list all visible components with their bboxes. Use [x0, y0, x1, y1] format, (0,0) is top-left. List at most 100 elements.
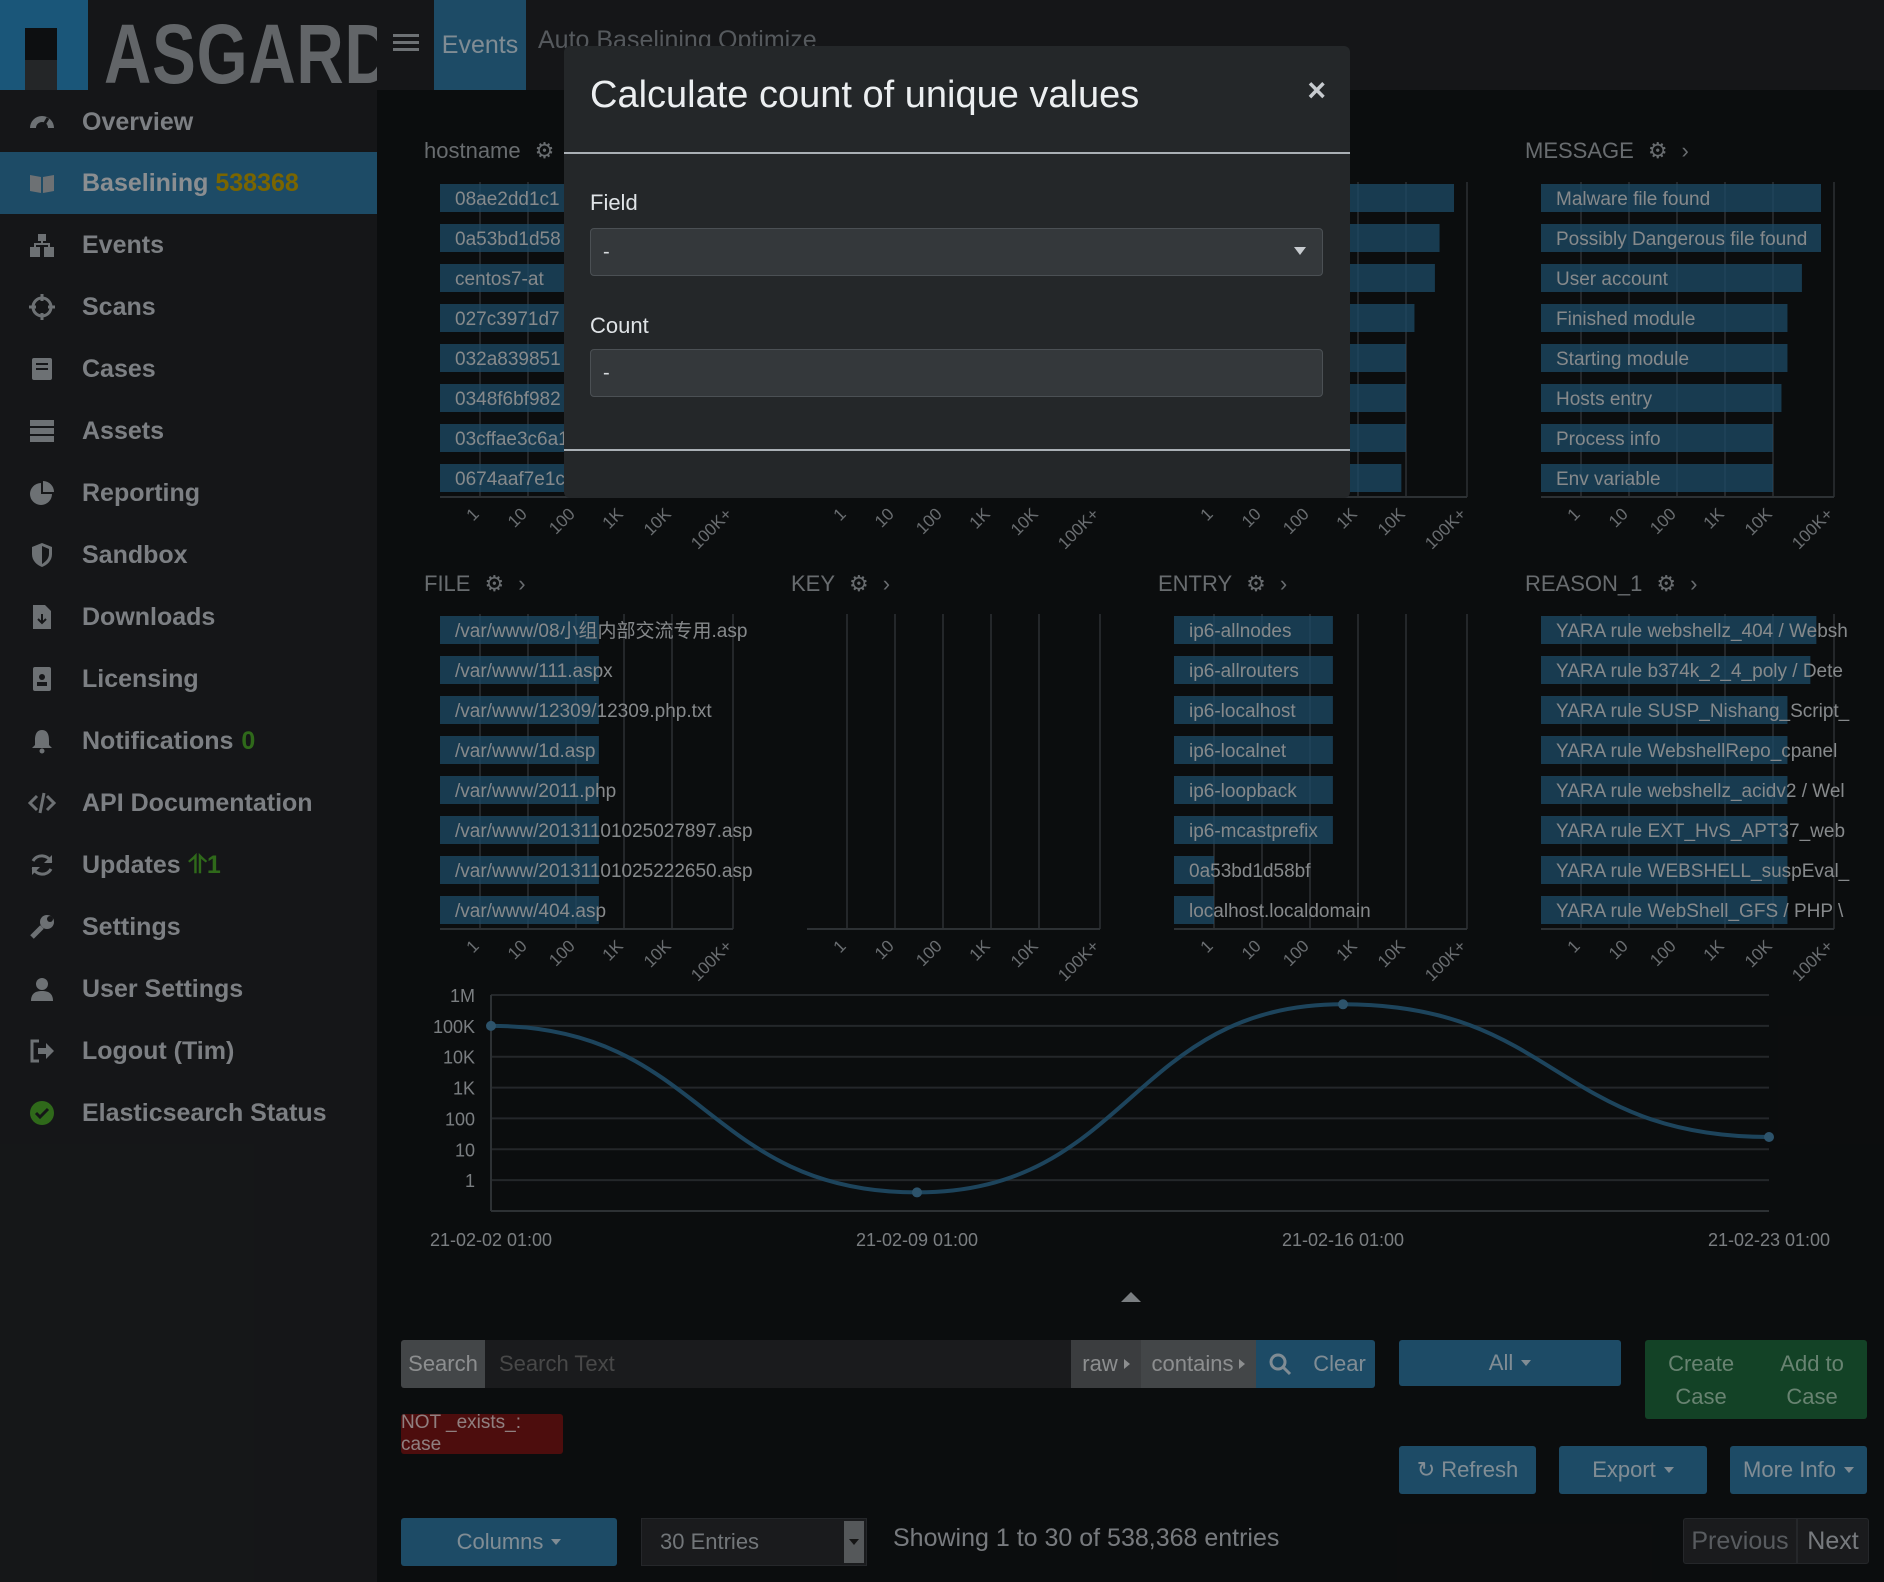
refresh-button[interactable]: ↻ Refresh [1399, 1446, 1536, 1494]
bar-label: /var/www/12309/12309.php.txt [455, 701, 712, 722]
tick-label: 10 [504, 936, 531, 963]
next-page-button[interactable]: Next [1797, 1518, 1869, 1564]
add-to-case-button[interactable]: Add to Case [1780, 1347, 1844, 1413]
bar-label: 0674aaf7e1c [455, 469, 565, 490]
tick-label: 1K [599, 936, 628, 965]
bar-label: Finished module [1556, 309, 1695, 330]
tick-label: 1 [1564, 936, 1584, 956]
bar-label: ip6-mcastprefix [1189, 821, 1318, 842]
tick-label: 100 [1646, 936, 1679, 969]
search-operator-button[interactable]: contains [1141, 1340, 1256, 1388]
tick-label: 100K+ [1788, 936, 1837, 985]
bar-label: Env variable [1556, 469, 1661, 490]
collapse-chart-icon[interactable] [1121, 1292, 1141, 1302]
tick-label: 1 [1197, 504, 1217, 524]
caret-right-icon [1123, 1359, 1130, 1369]
add-to-case-label-line1: Add to [1780, 1350, 1844, 1376]
search-input[interactable] [485, 1340, 1071, 1388]
tick-label: 1K [966, 936, 995, 965]
x-tick-label: 21-02-23 01:00 [1708, 1230, 1830, 1250]
bar-label: centos7-at [455, 269, 544, 290]
bar-label: YARA rule EXT_HvS_APT37_web [1556, 821, 1845, 842]
tick-label: 10 [1238, 504, 1265, 531]
create-case-button[interactable]: Create Case [1668, 1347, 1734, 1413]
bar-label: 027c3971d7 [455, 309, 560, 330]
caret-down-icon [1843, 1467, 1854, 1473]
entries-select-value: 30 Entries [660, 1529, 760, 1554]
tick-label: 10K [1741, 504, 1776, 539]
tick-label: 100 [1279, 936, 1312, 969]
tick-label: 10 [504, 504, 531, 531]
modal-divider [564, 152, 1350, 154]
tick-label: 100 [912, 936, 945, 969]
tick-label: 10K [1741, 936, 1776, 971]
unique-count-modal: Calculate count of unique values × Field… [564, 46, 1350, 498]
y-tick-label: 1 [465, 1171, 475, 1191]
tick-label: 10K [1374, 936, 1409, 971]
search-icon [1269, 1353, 1292, 1376]
bar-label: /var/www/2011.php [455, 781, 616, 802]
all-dropdown-button[interactable]: All [1399, 1340, 1621, 1386]
tick-label: 100K+ [1054, 936, 1103, 985]
bar-label: /var/www/404.asp [455, 901, 606, 922]
tick-label: 1 [463, 504, 483, 524]
tick-label: 100K+ [687, 504, 736, 553]
bar-label: /var/www/20131101025222650.asp [455, 861, 753, 882]
tick-label: 10 [871, 936, 898, 963]
bar-label: /var/www/111.aspx [455, 661, 613, 682]
bar-label: YARA rule SUSP_Nishang_Script_ [1556, 701, 1850, 722]
search-operator-label: contains [1151, 1351, 1234, 1376]
columns-dropdown-button[interactable]: Columns [401, 1518, 617, 1566]
tick-label: 10K [1007, 936, 1042, 971]
select-arrow-icon [844, 1521, 864, 1563]
x-tick-label: 21-02-02 01:00 [430, 1230, 552, 1250]
bar-panel: ip6-allnodes ip6-allrouters ip6-localhost i… [1174, 614, 1470, 985]
tick-label: 10 [1238, 936, 1265, 963]
bar-label: /var/www/20131101025027897.asp [455, 821, 753, 842]
series-line [490, 1002, 1770, 1195]
tick-label: 10 [1605, 936, 1632, 963]
field-label: Field [590, 190, 638, 215]
tick-label: 100 [545, 504, 578, 537]
tick-label: 1 [830, 936, 850, 956]
bar-panel: 1 10 100 1K 10K 100K+ [807, 614, 1103, 985]
search-mode-button[interactable]: raw [1071, 1340, 1141, 1388]
close-icon[interactable]: × [1307, 72, 1326, 109]
tick-label: 10 [1605, 504, 1632, 531]
bar-label: YARA rule webshellz_404 / Websh [1556, 621, 1848, 642]
modal-divider [564, 449, 1350, 451]
tick-label: 1K [966, 504, 995, 533]
search-button[interactable] [1256, 1340, 1304, 1388]
tick-label: 10K [640, 504, 675, 539]
entries-select[interactable]: 30 Entries [641, 1518, 867, 1566]
caret-right-icon [1239, 1359, 1246, 1369]
tick-label: 10K [640, 936, 675, 971]
clear-button[interactable]: Clear [1304, 1340, 1375, 1388]
data-point [1764, 1132, 1774, 1143]
modal-title: Calculate count of unique values [590, 74, 1140, 116]
tick-label: 10K [1007, 504, 1042, 539]
tick-label: 100K+ [1788, 504, 1837, 553]
tick-label: 1K [1700, 504, 1729, 533]
bar-label: ip6-localhost [1189, 701, 1296, 722]
count-field[interactable]: - [590, 349, 1323, 397]
tick-label: 100K+ [1421, 936, 1470, 985]
export-dropdown-button[interactable]: Export [1559, 1446, 1707, 1494]
filter-tag[interactable]: NOT _exists_: case [401, 1412, 563, 1455]
bar-label: ip6-allrouters [1189, 661, 1299, 682]
y-tick-label: 10 [455, 1140, 475, 1160]
chevron-down-icon [1294, 247, 1306, 255]
x-tick-label: 21-02-16 01:00 [1282, 1230, 1404, 1250]
columns-label: Columns [456, 1529, 544, 1554]
bar-label: 032a839851 [455, 349, 561, 370]
create-case-label-line2: Case [1675, 1383, 1727, 1409]
more-info-dropdown-button[interactable]: More Info [1730, 1446, 1867, 1494]
previous-page-button[interactable]: Previous [1683, 1518, 1797, 1564]
tick-label: 100 [912, 504, 945, 537]
case-actions: Create Case Add to Case [1645, 1340, 1867, 1419]
caret-down-icon [1663, 1467, 1674, 1473]
field-select[interactable]: - [590, 228, 1323, 276]
refresh-icon: ↻ [1416, 1457, 1436, 1482]
more-info-label: More Info [1743, 1457, 1836, 1482]
caret-down-icon [551, 1539, 562, 1545]
